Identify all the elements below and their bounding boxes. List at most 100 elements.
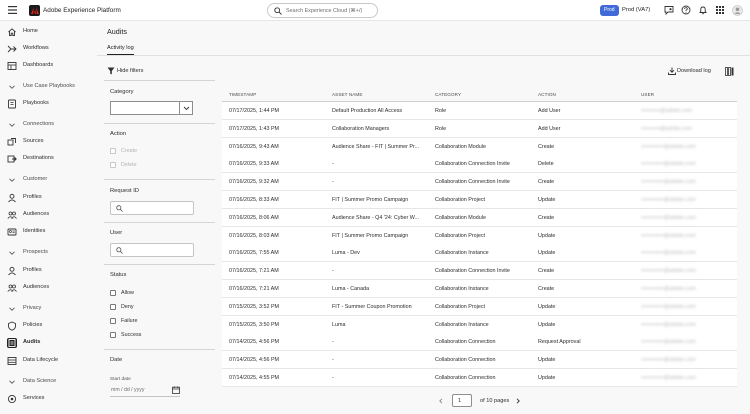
sidebar-item-prospect-audiences[interactable]: Audiences — [0, 281, 97, 295]
sidebar-item-playbooks[interactable]: Playbooks — [0, 97, 97, 111]
table-row[interactable]: 07/16/2025, 9:32 AM - Collaboration Connec… — [222, 173, 737, 192]
cell-timestamp: 07/17/2025, 1:44 PM — [229, 108, 280, 114]
help-icon[interactable] — [681, 5, 691, 15]
search-input[interactable]: Search Experience Cloud (⌘+/) — [267, 3, 378, 18]
table-row[interactable]: 07/16/2025, 7:55 AM Luma - Dev Collaborati… — [222, 244, 737, 263]
table-header: TIMESTAMP ASSET NAME CATEGORY ACTION USE… — [222, 87, 737, 102]
sidebar-item-policies[interactable]: Policies — [0, 319, 97, 333]
menu-icon[interactable] — [8, 6, 17, 14]
audiences-icon — [7, 210, 17, 220]
cell-user: ••••••••••••@adobe.com — [641, 143, 696, 150]
table-row[interactable]: 07/15/2025, 3:50 PM Luma Collaboration Ins… — [222, 315, 737, 334]
search-icon — [274, 7, 282, 15]
cell-category: Collaboration Instance — [435, 286, 489, 292]
cell-category: Collaboration Connection — [435, 375, 496, 381]
apps-grid-icon[interactable] — [715, 5, 725, 15]
cell-action: Update — [538, 250, 556, 257]
request-id-input[interactable] — [110, 201, 194, 215]
cell-user: ••••••••••••@adobe.com — [641, 232, 696, 239]
sidebar-item-sources[interactable]: Sources — [0, 135, 97, 149]
sidebar-item-audits[interactable]: Audits — [0, 336, 97, 350]
download-icon — [668, 67, 676, 75]
table-row[interactable]: 07/16/2025, 7:21 AM - Collaboration Connec… — [222, 262, 737, 281]
sidebar-item-customer-profiles[interactable]: Profiles — [0, 191, 97, 205]
cell-asset-name: Collaboration Managers — [332, 125, 390, 132]
next-page-icon[interactable] — [515, 398, 521, 404]
column-header-action[interactable]: ACTION — [538, 92, 556, 97]
column-header-asset-name[interactable]: ASSET NAME — [332, 92, 363, 97]
table-row[interactable]: 07/14/2025, 4:56 PM - Collaboration Connec… — [222, 333, 737, 352]
avatar[interactable] — [732, 5, 743, 16]
cell-timestamp: 07/16/2025, 8:33 AM — [229, 197, 279, 203]
table-row[interactable]: 07/16/2025, 9:43 AM Audience Share - FIT … — [222, 137, 737, 156]
sidebar-item-dashboards[interactable]: Dashboards — [0, 59, 97, 73]
cell-asset-name: - — [332, 375, 334, 381]
cell-category: Collaboration Project — [435, 303, 486, 310]
sidebar-item-data-lifecycle[interactable]: Data Lifecycle — [0, 354, 97, 368]
table-row[interactable]: 07/16/2025, 8:33 AM FIT | Summer Promo Ca… — [222, 191, 737, 209]
table-row[interactable]: 07/15/2025, 3:52 PM FIT - Summer Coupon P… — [222, 297, 737, 316]
cell-category: Collaboration Connection Invite — [435, 179, 510, 186]
app-title[interactable]: Adobe Experience Platform — [43, 7, 121, 14]
filter-divider — [104, 222, 215, 223]
column-settings-icon[interactable] — [725, 67, 734, 76]
sidebar-item-prospect-profiles[interactable]: Profiles — [0, 264, 97, 278]
category-select[interactable] — [110, 101, 193, 115]
table-row[interactable]: 07/14/2025, 4:55 PM - Collaboration Connec… — [222, 369, 737, 387]
previous-page-icon[interactable] — [438, 398, 444, 404]
destinations-icon — [7, 154, 17, 164]
sidebar-item-workflows[interactable]: Workflows — [0, 42, 97, 56]
tab-activity-log[interactable]: Activity log — [107, 45, 134, 51]
page-number-input[interactable]: 1 — [452, 394, 472, 407]
cell-action: Create — [538, 214, 555, 221]
sidebar-item-home[interactable]: Home — [0, 25, 97, 39]
status-filter-label: Status — [110, 272, 127, 278]
sidebar-section-data-science[interactable]: Data Science — [0, 375, 97, 389]
cell-asset-name: FIT | Summer Promo Campaign — [332, 232, 409, 239]
cell-user: ••••••••••••@adobe.com — [641, 321, 696, 328]
sidebar-section-privacy[interactable]: Privacy — [0, 302, 97, 316]
column-header-timestamp[interactable]: TIMESTAMP — [229, 92, 256, 97]
chevron-down-icon[interactable] — [179, 102, 192, 114]
table-row[interactable]: 07/16/2025, 7:21 AM Luma - Canada Collabor… — [222, 280, 737, 298]
policies-icon — [7, 321, 17, 331]
cell-asset-name: Default Production All Access — [332, 108, 403, 114]
home-icon — [7, 27, 17, 37]
table-row[interactable]: 07/16/2025, 8:06 AM Audience Share - Q4 '… — [222, 208, 737, 227]
cell-user: ••••••••••••@adobe.com — [641, 179, 696, 186]
notifications-icon[interactable] — [698, 5, 708, 15]
calendar-icon[interactable] — [172, 386, 180, 394]
environment-badge[interactable]: Prod — [600, 5, 619, 16]
sandbox-switcher[interactable]: Prod (VA7) — [622, 7, 650, 13]
sidebar-item-identities[interactable]: Identities — [0, 225, 97, 239]
table-row[interactable]: 07/17/2025, 1:43 PM Collaboration Manager… — [222, 119, 737, 138]
cell-action: Create — [538, 143, 555, 150]
feedback-icon[interactable] — [664, 5, 674, 15]
sidebar-section-prospects[interactable]: Prospects — [0, 246, 97, 260]
sidebar-section-connections[interactable]: Connections — [0, 118, 97, 132]
cell-timestamp: 07/16/2025, 8:06 AM — [229, 214, 279, 221]
chevron-down-icon — [7, 377, 17, 387]
identities-icon — [7, 227, 17, 237]
cell-action: Delete — [538, 161, 554, 168]
adobe-logo-icon[interactable] — [29, 5, 40, 16]
filter-divider — [104, 123, 215, 124]
user-filter-label: User — [110, 230, 123, 236]
sidebar-item-customer-audiences[interactable]: Audiences — [0, 208, 97, 222]
table-row[interactable]: 07/14/2025, 4:56 PM - Collaboration Connec… — [222, 351, 737, 370]
sidebar-section-customer[interactable]: Customer — [0, 173, 97, 187]
table-row[interactable]: 07/16/2025, 9:33 AM - Collaboration Connec… — [222, 155, 737, 174]
cell-category: Collaboration Connection Invite — [435, 268, 510, 275]
user-input[interactable] — [110, 243, 194, 257]
sidebar-item-destinations[interactable]: Destinations — [0, 152, 97, 166]
column-header-user[interactable]: USER — [641, 92, 654, 97]
sidebar-item-services[interactable]: Services — [0, 392, 97, 406]
column-header-category[interactable]: CATEGORY — [435, 92, 461, 97]
cell-action: Update — [538, 375, 556, 381]
table-row[interactable]: 07/17/2025, 1:44 PM Default Production Al… — [222, 102, 737, 120]
start-date-input[interactable]: mm / dd / yyyy — [110, 385, 180, 397]
table-row[interactable]: 07/16/2025, 8:03 AM FIT | Summer Promo Ca… — [222, 226, 737, 245]
sidebar-section-use-case-playbooks[interactable]: Use Case Playbooks — [0, 80, 97, 94]
cell-timestamp: 07/16/2025, 9:32 AM — [229, 179, 279, 186]
cell-asset-name: Luma - Canada — [332, 286, 370, 292]
